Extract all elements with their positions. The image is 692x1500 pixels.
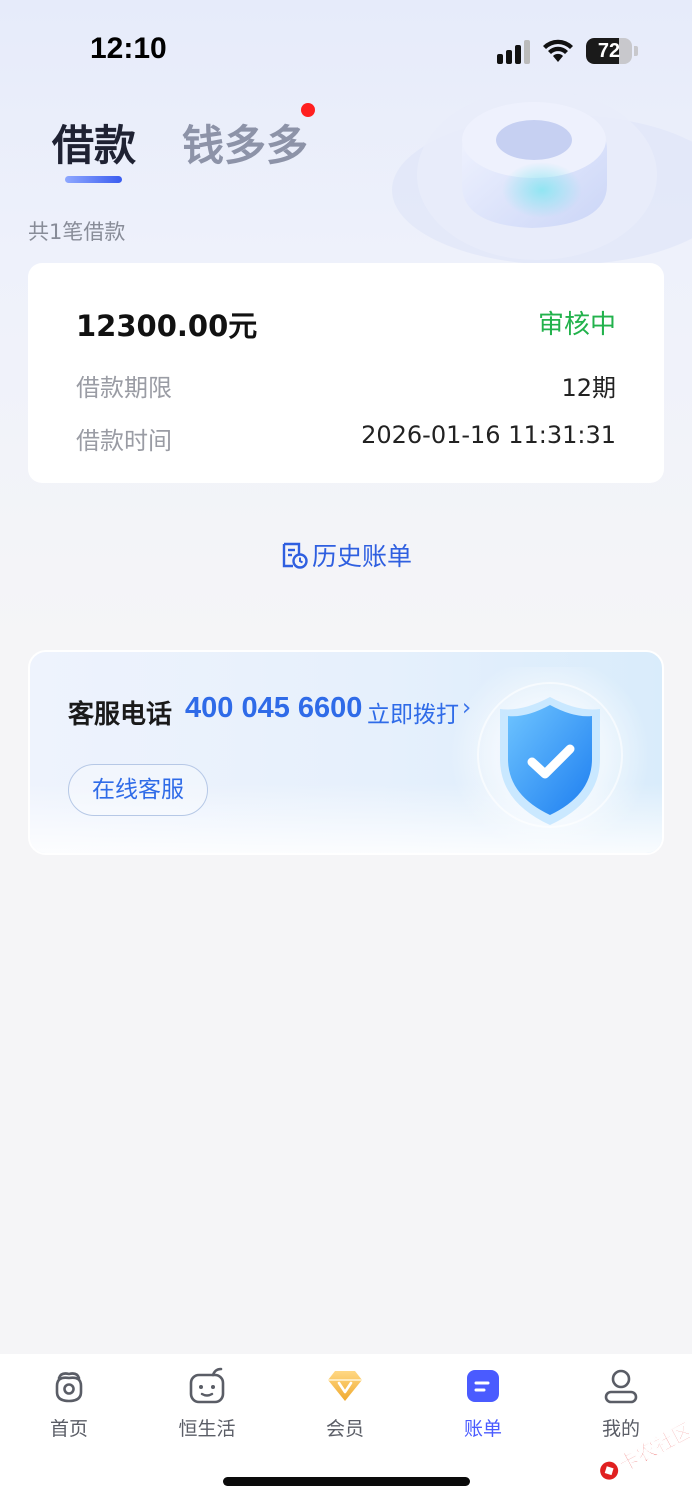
tab-active-indicator xyxy=(65,176,122,183)
customer-service-card: 客服电话 400 045 6600 立即拨打 › 在线客服 xyxy=(28,650,664,855)
diamond-icon xyxy=(328,1371,362,1401)
status-bar: 12:10 72 xyxy=(0,0,692,100)
nav-item-home[interactable]: 首页 xyxy=(0,1354,138,1454)
loan-term-label: 借款期限 xyxy=(76,374,172,402)
nav-label-member: 会员 xyxy=(325,1418,364,1440)
nav-label-home: 首页 xyxy=(49,1418,88,1440)
svg-text:卡农社区: 卡农社区 xyxy=(615,1418,690,1477)
loan-time-label: 借款时间 xyxy=(76,427,172,455)
nav-label-life: 恒生活 xyxy=(178,1418,236,1440)
loan-time-value: 2026-01-16 11:31:31 xyxy=(361,421,616,449)
nav-label-bill: 账单 xyxy=(463,1418,502,1440)
bill-icon xyxy=(467,1370,499,1402)
service-phone-number[interactable]: 400 045 6600 xyxy=(185,692,362,725)
shield-check-icon xyxy=(450,667,650,852)
loan-card[interactable]: 12300.00元 审核中 借款期限 12期 借款时间 2026-01-16 1… xyxy=(28,263,664,483)
battery-nub xyxy=(634,46,638,56)
history-bills-link[interactable]: 历史账单 xyxy=(280,538,412,572)
home-icon xyxy=(55,1372,83,1403)
online-service-button[interactable]: 在线客服 xyxy=(68,764,208,816)
tab-qianduoduo[interactable]: 钱多多 xyxy=(182,112,308,173)
nav-item-life[interactable]: 恒生活 xyxy=(138,1354,276,1454)
home-indicator xyxy=(223,1477,470,1486)
battery-icon: 72 xyxy=(586,38,632,64)
watermark-logo: 卡农社区 xyxy=(600,1417,690,1480)
loan-amount: 12300.00元 xyxy=(76,309,258,343)
profile-icon xyxy=(604,1369,638,1404)
loan-term-value: 12期 xyxy=(561,374,616,402)
notification-dot xyxy=(301,103,315,117)
battery-level: 72 xyxy=(597,40,621,62)
cellular-signal-icon xyxy=(497,40,530,64)
service-phone-label: 客服电话 xyxy=(68,700,173,730)
tab-loan[interactable]: 借款 xyxy=(52,112,136,173)
loan-count: 共1笔借款 xyxy=(28,220,126,244)
history-bills-label: 历史账单 xyxy=(312,542,413,571)
nav-item-bill[interactable]: 账单 xyxy=(414,1354,552,1454)
bill-history-icon xyxy=(282,542,308,569)
loan-status: 审核中 xyxy=(537,310,616,340)
life-icon xyxy=(189,1367,225,1404)
status-time: 12:10 xyxy=(90,32,167,65)
wifi-icon xyxy=(543,39,573,62)
nav-item-member[interactable]: 会员 xyxy=(276,1354,414,1454)
